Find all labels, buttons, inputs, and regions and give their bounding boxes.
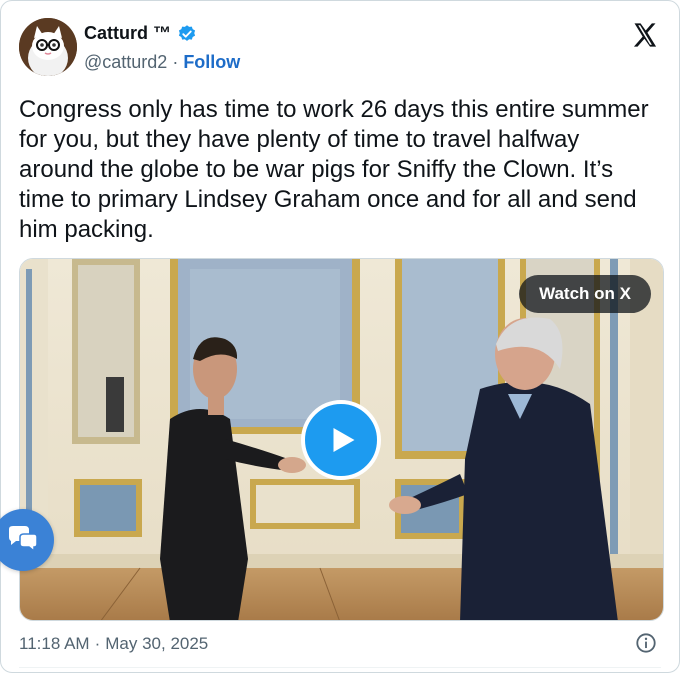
video-media[interactable]: Watch on X: [19, 258, 664, 621]
tweet-footer: 11:18 AM · May 30, 2025: [19, 634, 208, 654]
tweet-date[interactable]: May 30, 2025: [105, 634, 208, 654]
author-name-row: Catturd ™: [84, 23, 197, 44]
x-logo-icon[interactable]: [631, 21, 659, 49]
info-icon[interactable]: [635, 632, 657, 654]
follow-button[interactable]: Follow: [183, 52, 240, 73]
play-icon[interactable]: [301, 400, 381, 480]
verified-badge-icon: [177, 24, 197, 44]
tweet-text: Congress only has time to work 26 days t…: [19, 96, 649, 243]
divider: [19, 667, 661, 668]
author-handle[interactable]: @catturd2: [84, 52, 167, 73]
watch-on-x-button[interactable]: Watch on X: [519, 275, 651, 313]
tweet-time[interactable]: 11:18 AM: [19, 634, 90, 654]
tweet-card: Catturd ™ @catturd2 · Follow Congress on…: [0, 0, 680, 673]
handle-separator: ·: [172, 52, 179, 72]
avatar[interactable]: [19, 18, 77, 76]
display-name[interactable]: Catturd ™: [84, 23, 171, 44]
footer-separator: ·: [94, 634, 101, 653]
handle-row: @catturd2 · Follow: [84, 52, 240, 73]
